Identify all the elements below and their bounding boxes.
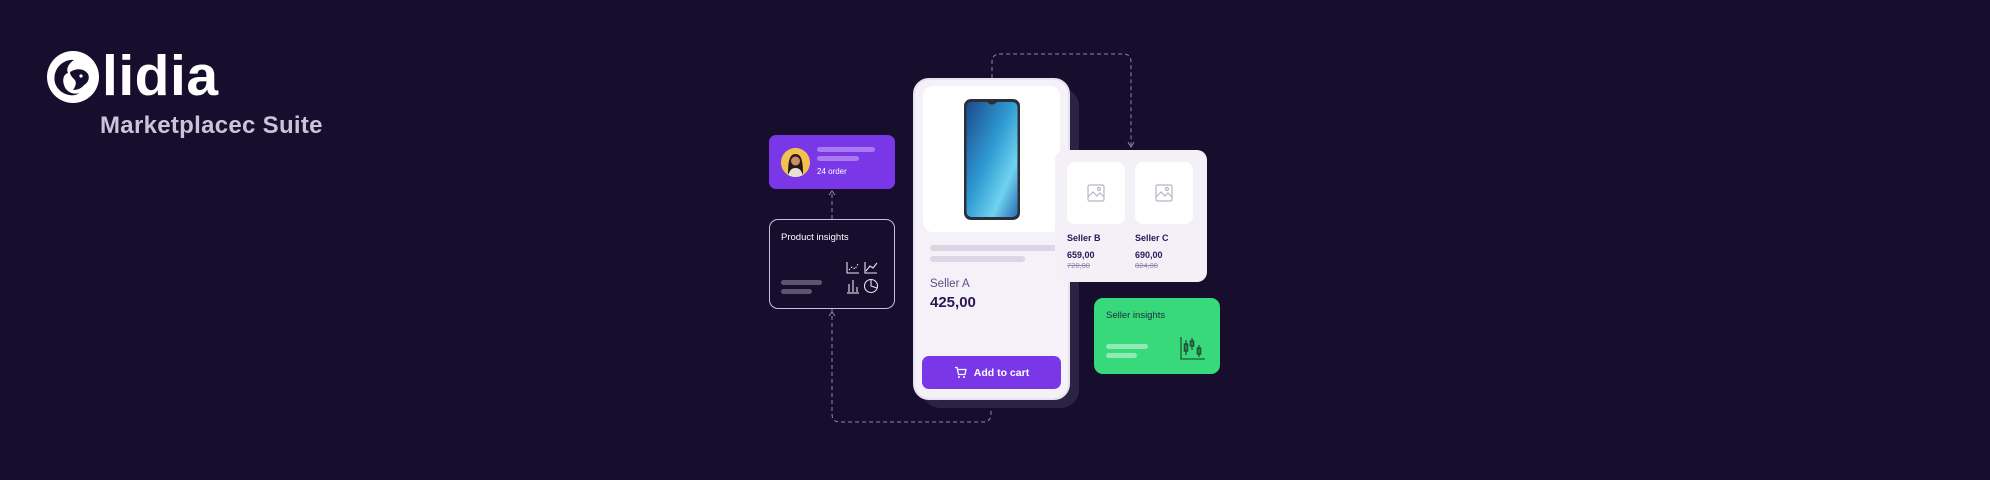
brand-subtitle: Marketplacec Suite (100, 112, 323, 139)
add-to-cart-button[interactable]: Add to cart (922, 356, 1061, 389)
user-avatar-icon (781, 148, 810, 177)
text-placeholder (781, 280, 822, 285)
text-placeholder (1106, 353, 1137, 358)
seller-c-image[interactable] (1135, 162, 1193, 224)
text-placeholder (781, 289, 812, 294)
lion-logo-icon (47, 50, 99, 103)
other-sellers-card: Seller B 659,00 720,00 Seller C 690,00 8… (1055, 150, 1207, 282)
product-insights-title: Product insights (781, 232, 849, 243)
text-placeholder (930, 245, 1060, 251)
order-count: 24 order (817, 167, 847, 176)
product-phone-card: Seller A 425,00 Add to cart (913, 78, 1070, 400)
product-price: 425,00 (930, 294, 976, 311)
brand: lidia Marketplacec Suite (46, 44, 323, 139)
image-placeholder-icon (1155, 184, 1173, 202)
seller-c-name: Seller C (1135, 233, 1169, 243)
seller-insights-title: Seller insights (1106, 310, 1166, 321)
brand-name: lidia (102, 44, 219, 108)
seller-b-price: 659,00 (1067, 250, 1095, 260)
seller-c-old-price: 824,00 (1135, 261, 1158, 270)
product-image (923, 86, 1060, 232)
text-placeholder (817, 147, 875, 152)
seller-name: Seller A (930, 278, 970, 290)
candlestick-chart-icon (1180, 337, 1205, 360)
smartphone-product-icon (964, 99, 1020, 220)
seller-b-image[interactable] (1067, 162, 1125, 224)
add-to-cart-label: Add to cart (973, 366, 1030, 379)
cart-icon (954, 366, 967, 378)
avatar (781, 148, 810, 177)
text-placeholder (817, 156, 859, 161)
seller-b-old-price: 720,00 (1067, 261, 1090, 270)
seller-b-name: Seller B (1067, 233, 1101, 243)
seller-insights-card[interactable]: Seller insights (1094, 298, 1220, 374)
seller-c-price: 690,00 (1135, 250, 1163, 260)
image-placeholder-icon (1087, 184, 1105, 202)
chart-icon (846, 262, 879, 294)
text-placeholder (1106, 344, 1148, 349)
product-insights-card[interactable]: Product insights (769, 219, 895, 309)
user-orders-card[interactable]: 24 order (769, 135, 895, 189)
text-placeholder (930, 256, 1025, 262)
